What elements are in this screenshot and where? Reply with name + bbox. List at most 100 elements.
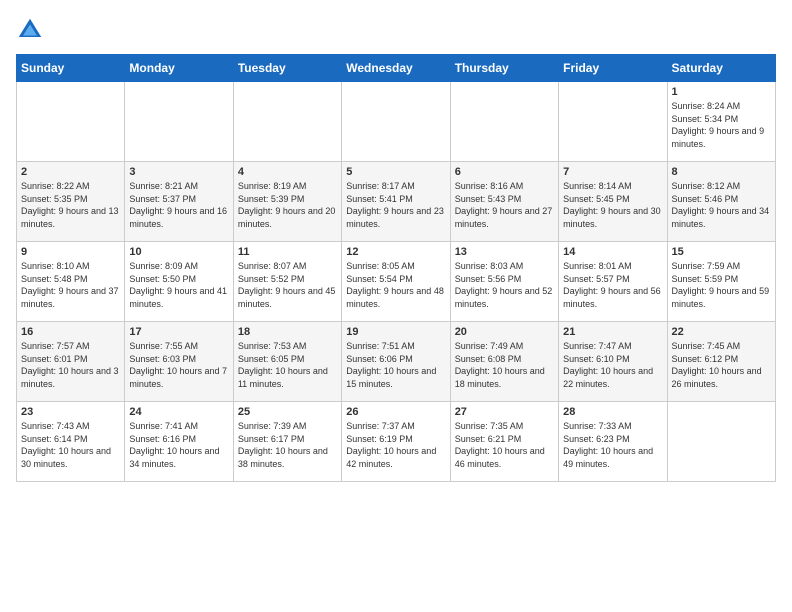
day-info: Sunrise: 8:03 AM Sunset: 5:56 PM Dayligh… [455, 260, 554, 310]
calendar-cell: 13 Sunrise: 8:03 AM Sunset: 5:56 PM Dayli… [450, 242, 558, 322]
day-info: Sunrise: 7:45 AM Sunset: 6:12 PM Dayligh… [672, 340, 771, 390]
page-header [16, 16, 776, 44]
day-info: Sunrise: 8:22 AM Sunset: 5:35 PM Dayligh… [21, 180, 120, 230]
calendar-cell: 3Sunrise: 8:21 AM Sunset: 5:37 PM Daylig… [125, 162, 233, 242]
logo-icon [16, 16, 44, 44]
calendar-cell: 22 Sunrise: 7:45 AM Sunset: 6:12 PM Dayli… [667, 322, 775, 402]
day-info: Sunrise: 8:19 AM Sunset: 5:39 PM Dayligh… [238, 180, 337, 230]
day-info: Sunrise: 7:55 AM Sunset: 6:03 PM Dayligh… [129, 340, 228, 390]
day-info: Sunrise: 7:53 AM Sunset: 6:05 PM Dayligh… [238, 340, 337, 390]
calendar-cell: 9 Sunrise: 8:10 AM Sunset: 5:48 PM Daylig… [17, 242, 125, 322]
calendar-cell: 17 Sunrise: 7:55 AM Sunset: 6:03 PM Dayli… [125, 322, 233, 402]
day-number: 18 [238, 326, 337, 338]
calendar-cell: 20 Sunrise: 7:49 AM Sunset: 6:08 PM Dayli… [450, 322, 558, 402]
day-number: 22 [672, 326, 771, 338]
day-info: Sunrise: 8:09 AM Sunset: 5:50 PM Dayligh… [129, 260, 228, 310]
day-number: 1 [672, 86, 771, 98]
day-number: 21 [563, 326, 662, 338]
day-info: Sunrise: 7:47 AM Sunset: 6:10 PM Dayligh… [563, 340, 662, 390]
header-cell-friday: Friday [559, 55, 667, 82]
calendar-cell: 4Sunrise: 8:19 AM Sunset: 5:39 PM Daylig… [233, 162, 341, 242]
day-number: 23 [21, 406, 120, 418]
calendar-cell [233, 82, 341, 162]
calendar-cell: 11 Sunrise: 8:07 AM Sunset: 5:52 PM Dayli… [233, 242, 341, 322]
day-number: 6 [455, 166, 554, 178]
calendar-cell: 16 Sunrise: 7:57 AM Sunset: 6:01 PM Dayli… [17, 322, 125, 402]
day-info: Sunrise: 7:39 AM Sunset: 6:17 PM Dayligh… [238, 420, 337, 470]
day-info: Sunrise: 8:16 AM Sunset: 5:43 PM Dayligh… [455, 180, 554, 230]
calendar-cell: 7 Sunrise: 8:14 AM Sunset: 5:45 PM Daylig… [559, 162, 667, 242]
calendar-cell: 25 Sunrise: 7:39 AM Sunset: 6:17 PM Dayli… [233, 402, 341, 482]
logo [16, 16, 48, 44]
calendar-table: SundayMondayTuesdayWednesdayThursdayFrid… [16, 54, 776, 482]
calendar-cell [450, 82, 558, 162]
calendar-cell [125, 82, 233, 162]
day-info: Sunrise: 7:57 AM Sunset: 6:01 PM Dayligh… [21, 340, 120, 390]
calendar-cell: 24 Sunrise: 7:41 AM Sunset: 6:16 PM Dayli… [125, 402, 233, 482]
calendar-cell: 2 Sunrise: 8:22 AM Sunset: 5:35 PM Daylig… [17, 162, 125, 242]
calendar-cell: 19Sunrise: 7:51 AM Sunset: 6:06 PM Dayli… [342, 322, 450, 402]
calendar-cell: 8 Sunrise: 8:12 AM Sunset: 5:46 PM Daylig… [667, 162, 775, 242]
calendar-cell: 5 Sunrise: 8:17 AM Sunset: 5:41 PM Daylig… [342, 162, 450, 242]
day-number: 7 [563, 166, 662, 178]
day-info: Sunrise: 7:49 AM Sunset: 6:08 PM Dayligh… [455, 340, 554, 390]
day-number: 11 [238, 246, 337, 258]
header-cell-thursday: Thursday [450, 55, 558, 82]
calendar-week-4: 16 Sunrise: 7:57 AM Sunset: 6:01 PM Dayli… [17, 322, 776, 402]
day-number: 25 [238, 406, 337, 418]
calendar-week-2: 2 Sunrise: 8:22 AM Sunset: 5:35 PM Daylig… [17, 162, 776, 242]
header-cell-tuesday: Tuesday [233, 55, 341, 82]
calendar-cell: 6 Sunrise: 8:16 AM Sunset: 5:43 PM Daylig… [450, 162, 558, 242]
day-number: 24 [129, 406, 228, 418]
day-info: Sunrise: 8:14 AM Sunset: 5:45 PM Dayligh… [563, 180, 662, 230]
day-info: Sunrise: 8:21 AM Sunset: 5:37 PM Dayligh… [129, 180, 228, 230]
day-info: Sunrise: 8:12 AM Sunset: 5:46 PM Dayligh… [672, 180, 771, 230]
day-number: 16 [21, 326, 120, 338]
day-info: Sunrise: 8:10 AM Sunset: 5:48 PM Dayligh… [21, 260, 120, 310]
calendar-week-5: 23 Sunrise: 7:43 AM Sunset: 6:14 PM Dayli… [17, 402, 776, 482]
calendar-cell [17, 82, 125, 162]
calendar-cell: 27 Sunrise: 7:35 AM Sunset: 6:21 PM Dayli… [450, 402, 558, 482]
day-number: 2 [21, 166, 120, 178]
header-cell-monday: Monday [125, 55, 233, 82]
day-info: Sunrise: 7:43 AM Sunset: 6:14 PM Dayligh… [21, 420, 120, 470]
day-number: 19 [346, 326, 445, 338]
calendar-cell: 1 Sunrise: 8:24 AM Sunset: 5:34 PM Daylig… [667, 82, 775, 162]
day-number: 15 [672, 246, 771, 258]
day-info: Sunrise: 7:35 AM Sunset: 6:21 PM Dayligh… [455, 420, 554, 470]
day-info: Sunrise: 8:07 AM Sunset: 5:52 PM Dayligh… [238, 260, 337, 310]
day-info: Sunrise: 8:24 AM Sunset: 5:34 PM Dayligh… [672, 100, 771, 150]
calendar-cell: 26Sunrise: 7:37 AM Sunset: 6:19 PM Dayli… [342, 402, 450, 482]
calendar-header: SundayMondayTuesdayWednesdayThursdayFrid… [17, 55, 776, 82]
calendar-cell [559, 82, 667, 162]
calendar-cell [342, 82, 450, 162]
day-info: Sunrise: 8:17 AM Sunset: 5:41 PM Dayligh… [346, 180, 445, 230]
day-number: 14 [563, 246, 662, 258]
calendar-cell: 10 Sunrise: 8:09 AM Sunset: 5:50 PM Dayli… [125, 242, 233, 322]
header-cell-wednesday: Wednesday [342, 55, 450, 82]
day-number: 8 [672, 166, 771, 178]
header-cell-sunday: Sunday [17, 55, 125, 82]
day-number: 5 [346, 166, 445, 178]
calendar-cell: 12 Sunrise: 8:05 AM Sunset: 5:54 PM Dayli… [342, 242, 450, 322]
calendar-cell [667, 402, 775, 482]
day-info: Sunrise: 7:41 AM Sunset: 6:16 PM Dayligh… [129, 420, 228, 470]
calendar-cell: 14 Sunrise: 8:01 AM Sunset: 5:57 PM Dayli… [559, 242, 667, 322]
day-number: 10 [129, 246, 228, 258]
day-number: 13 [455, 246, 554, 258]
calendar-cell: 28 Sunrise: 7:33 AM Sunset: 6:23 PM Dayli… [559, 402, 667, 482]
calendar-cell: 21 Sunrise: 7:47 AM Sunset: 6:10 PM Dayli… [559, 322, 667, 402]
day-info: Sunrise: 8:01 AM Sunset: 5:57 PM Dayligh… [563, 260, 662, 310]
header-row: SundayMondayTuesdayWednesdayThursdayFrid… [17, 55, 776, 82]
day-number: 26 [346, 406, 445, 418]
calendar-cell: 15Sunrise: 7:59 AM Sunset: 5:59 PM Dayli… [667, 242, 775, 322]
day-number: 27 [455, 406, 554, 418]
day-info: Sunrise: 7:33 AM Sunset: 6:23 PM Dayligh… [563, 420, 662, 470]
day-number: 12 [346, 246, 445, 258]
day-number: 17 [129, 326, 228, 338]
day-info: Sunrise: 8:05 AM Sunset: 5:54 PM Dayligh… [346, 260, 445, 310]
day-number: 28 [563, 406, 662, 418]
day-number: 20 [455, 326, 554, 338]
day-number: 9 [21, 246, 120, 258]
calendar-week-3: 9 Sunrise: 8:10 AM Sunset: 5:48 PM Daylig… [17, 242, 776, 322]
